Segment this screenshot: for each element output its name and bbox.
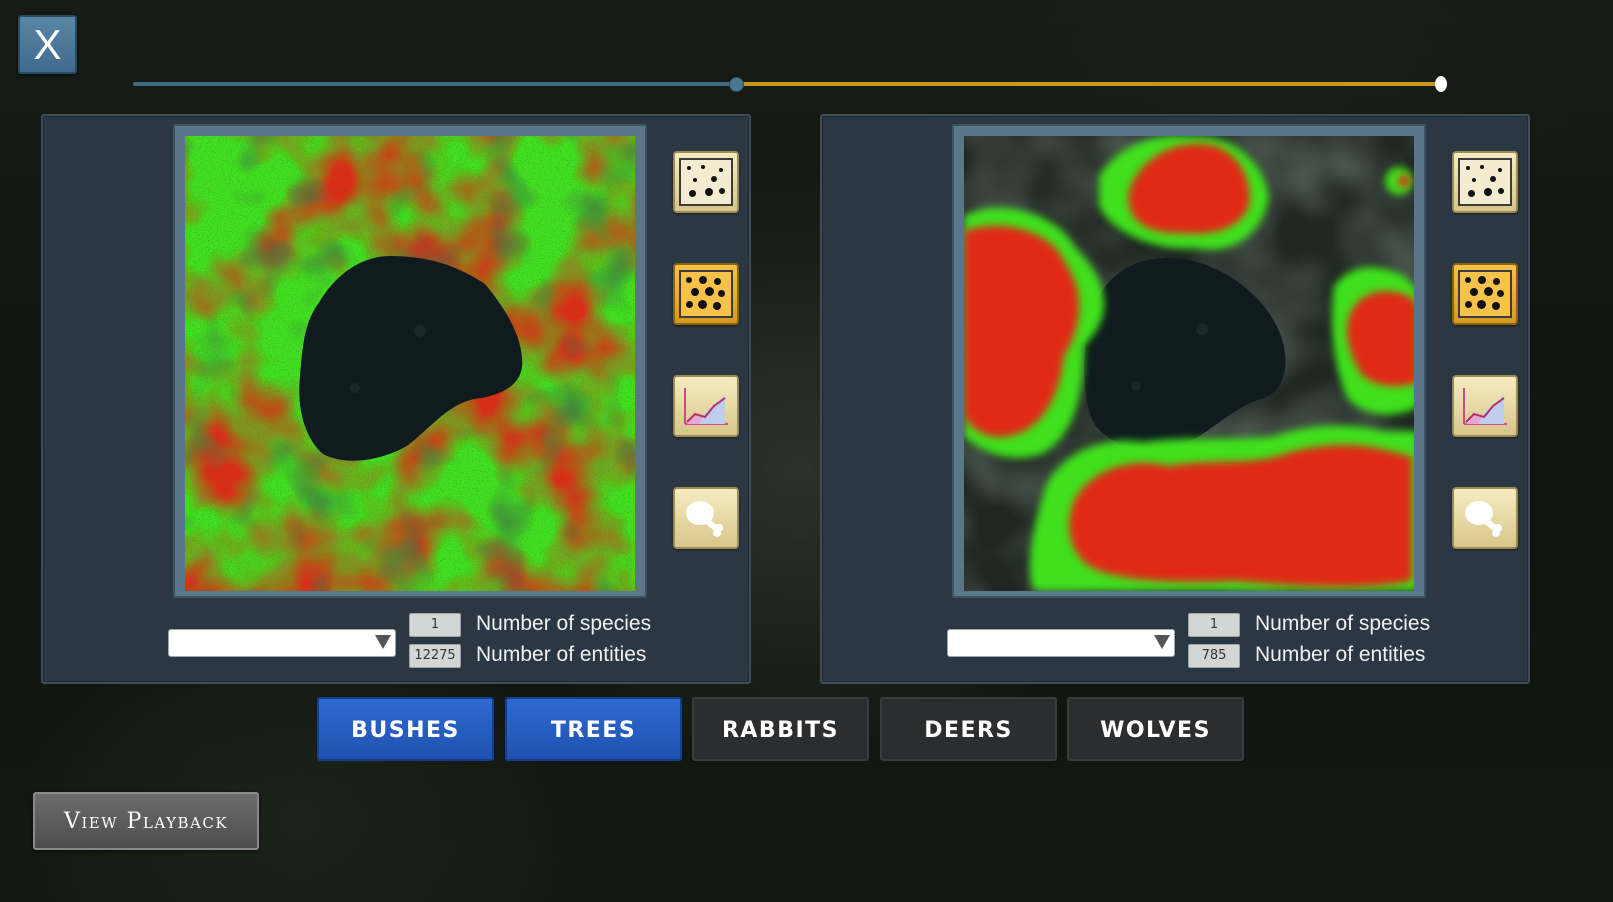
scatter-sparse-icon (1458, 158, 1512, 206)
timeline-handle[interactable] (729, 77, 744, 92)
entities-count: 12275 (409, 644, 461, 668)
heatmap-bushes (185, 136, 635, 591)
right-map-panel: 1 Number of species 785 Number of entiti… (820, 114, 1530, 684)
species-count-label: Number of species (476, 612, 652, 635)
meat-drumstick-icon (686, 501, 723, 537)
dropdown-arrow-icon (375, 635, 391, 649)
timeline-slider[interactable] (133, 76, 1447, 92)
tab-deers[interactable]: DEERS (880, 697, 1057, 761)
timeline-end-handle[interactable] (1435, 76, 1447, 92)
tab-bushes[interactable]: BUSHES (317, 697, 494, 761)
timeline-remaining (736, 82, 1443, 86)
species-dropdown[interactable] (168, 629, 396, 657)
species-count-label: Number of species (1255, 612, 1431, 635)
scatter-dense-icon (679, 270, 733, 318)
scatter-sparse-button[interactable] (673, 151, 739, 213)
scatter-sparse-icon (679, 158, 733, 206)
area-chart-icon (684, 388, 728, 425)
area-chart-button[interactable] (673, 375, 739, 437)
close-button[interactable]: X (18, 15, 77, 74)
entities-count-label: Number of entities (1255, 643, 1426, 666)
species-count: 1 (409, 613, 461, 637)
tab-wolves[interactable]: WOLVES (1067, 697, 1244, 761)
scatter-sparse-button[interactable] (1452, 151, 1518, 213)
left-map-panel: 1 Number of species 12275 Number of enti… (41, 114, 751, 684)
scatter-dense-button[interactable] (673, 263, 739, 325)
view-playback-button[interactable]: View Playback (33, 792, 259, 850)
heatmap-frame (952, 124, 1426, 598)
species-count: 1 (1188, 613, 1240, 637)
area-chart-button[interactable] (1452, 375, 1518, 437)
scatter-dense-icon (1458, 270, 1512, 318)
heatmap-frame (173, 124, 647, 598)
meat-button[interactable] (1452, 487, 1518, 549)
heatmap-trees (964, 136, 1414, 591)
area-chart-icon (1463, 388, 1507, 425)
timeline-elapsed (133, 82, 736, 86)
dropdown-arrow-icon (1154, 635, 1170, 649)
entities-count-label: Number of entities (476, 643, 647, 666)
tab-rabbits[interactable]: RABBITS (692, 697, 869, 761)
meat-button[interactable] (673, 487, 739, 549)
species-dropdown[interactable] (947, 629, 1175, 657)
entities-count: 785 (1188, 644, 1240, 668)
scatter-dense-button[interactable] (1452, 263, 1518, 325)
tab-trees[interactable]: TREES (505, 697, 682, 761)
meat-drumstick-icon (1465, 501, 1502, 537)
